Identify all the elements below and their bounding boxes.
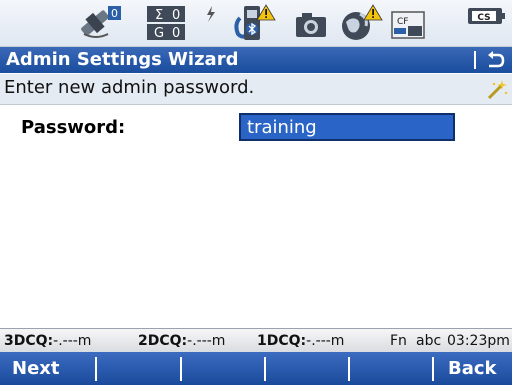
instrument-bluetooth-warning-icon[interactable] <box>232 4 276 42</box>
form-area: Password: training <box>0 105 512 328</box>
wizard-message: Enter new admin password. <box>4 77 255 98</box>
q2d-readout: 2DCQ:-.---m <box>138 333 225 349</box>
softkey-f5[interactable] <box>350 352 432 385</box>
g-count: 0 <box>172 26 180 41</box>
satellite-count: 0 <box>111 7 118 20</box>
quality-info-bar: 3DCQ:-.---m 2DCQ:-.---m 1DCQ:-.---m Fn a… <box>0 328 512 353</box>
cs-label: CS <box>477 13 490 23</box>
sigma-count: 0 <box>172 8 180 23</box>
softkey-bar: Next Back <box>0 352 512 385</box>
password-input[interactable]: training <box>239 113 455 141</box>
cs-controller-icon[interactable]: CS <box>466 4 506 42</box>
wizard-wand-icon <box>486 79 508 101</box>
position-counter-icon: Σ 0 G 0 <box>146 4 186 42</box>
camera-icon[interactable] <box>292 4 330 42</box>
q1d-readout: 1DCQ:-.---m <box>257 333 344 349</box>
escape-icon[interactable] <box>484 49 506 71</box>
page-title: Admin Settings Wizard <box>6 49 239 70</box>
sigma-symbol: Σ <box>155 8 163 23</box>
softkey-f3[interactable] <box>182 352 264 385</box>
cf-card-icon[interactable]: CF <box>388 4 430 42</box>
q3d-readout: 3DCQ:-.---m <box>4 333 91 349</box>
message-bar: Enter new admin password. <box>0 74 512 105</box>
next-button[interactable]: Next <box>12 352 82 385</box>
fn-indicator: Fn <box>390 333 407 349</box>
q1d-label: 1DCQ: <box>257 333 307 349</box>
clock: 03:23pm <box>447 333 510 349</box>
status-bar: 0 Σ 0 G 0 CF CS <box>0 0 512 47</box>
q1d-value: -.---m <box>306 333 345 349</box>
softkey-f2[interactable] <box>97 352 179 385</box>
q3d-label: 3DCQ: <box>4 333 54 349</box>
battery-low-icon <box>204 4 218 42</box>
cf-label: CF <box>397 17 408 27</box>
back-button[interactable]: Back <box>448 352 508 385</box>
satellite-icon[interactable]: 0 <box>78 4 122 42</box>
password-label: Password: <box>21 117 126 138</box>
softkey-divider <box>432 357 434 381</box>
q2d-label: 2DCQ: <box>138 333 188 349</box>
q3d-value: -.---m <box>53 333 92 349</box>
softkey-f4[interactable] <box>266 352 348 385</box>
title-divider <box>474 51 476 69</box>
title-bar: Admin Settings Wizard <box>0 47 512 73</box>
globe-warning-icon[interactable] <box>338 4 384 42</box>
q2d-value: -.---m <box>187 333 226 349</box>
g-symbol: G <box>154 26 164 41</box>
input-mode-indicator: abc <box>416 333 442 349</box>
